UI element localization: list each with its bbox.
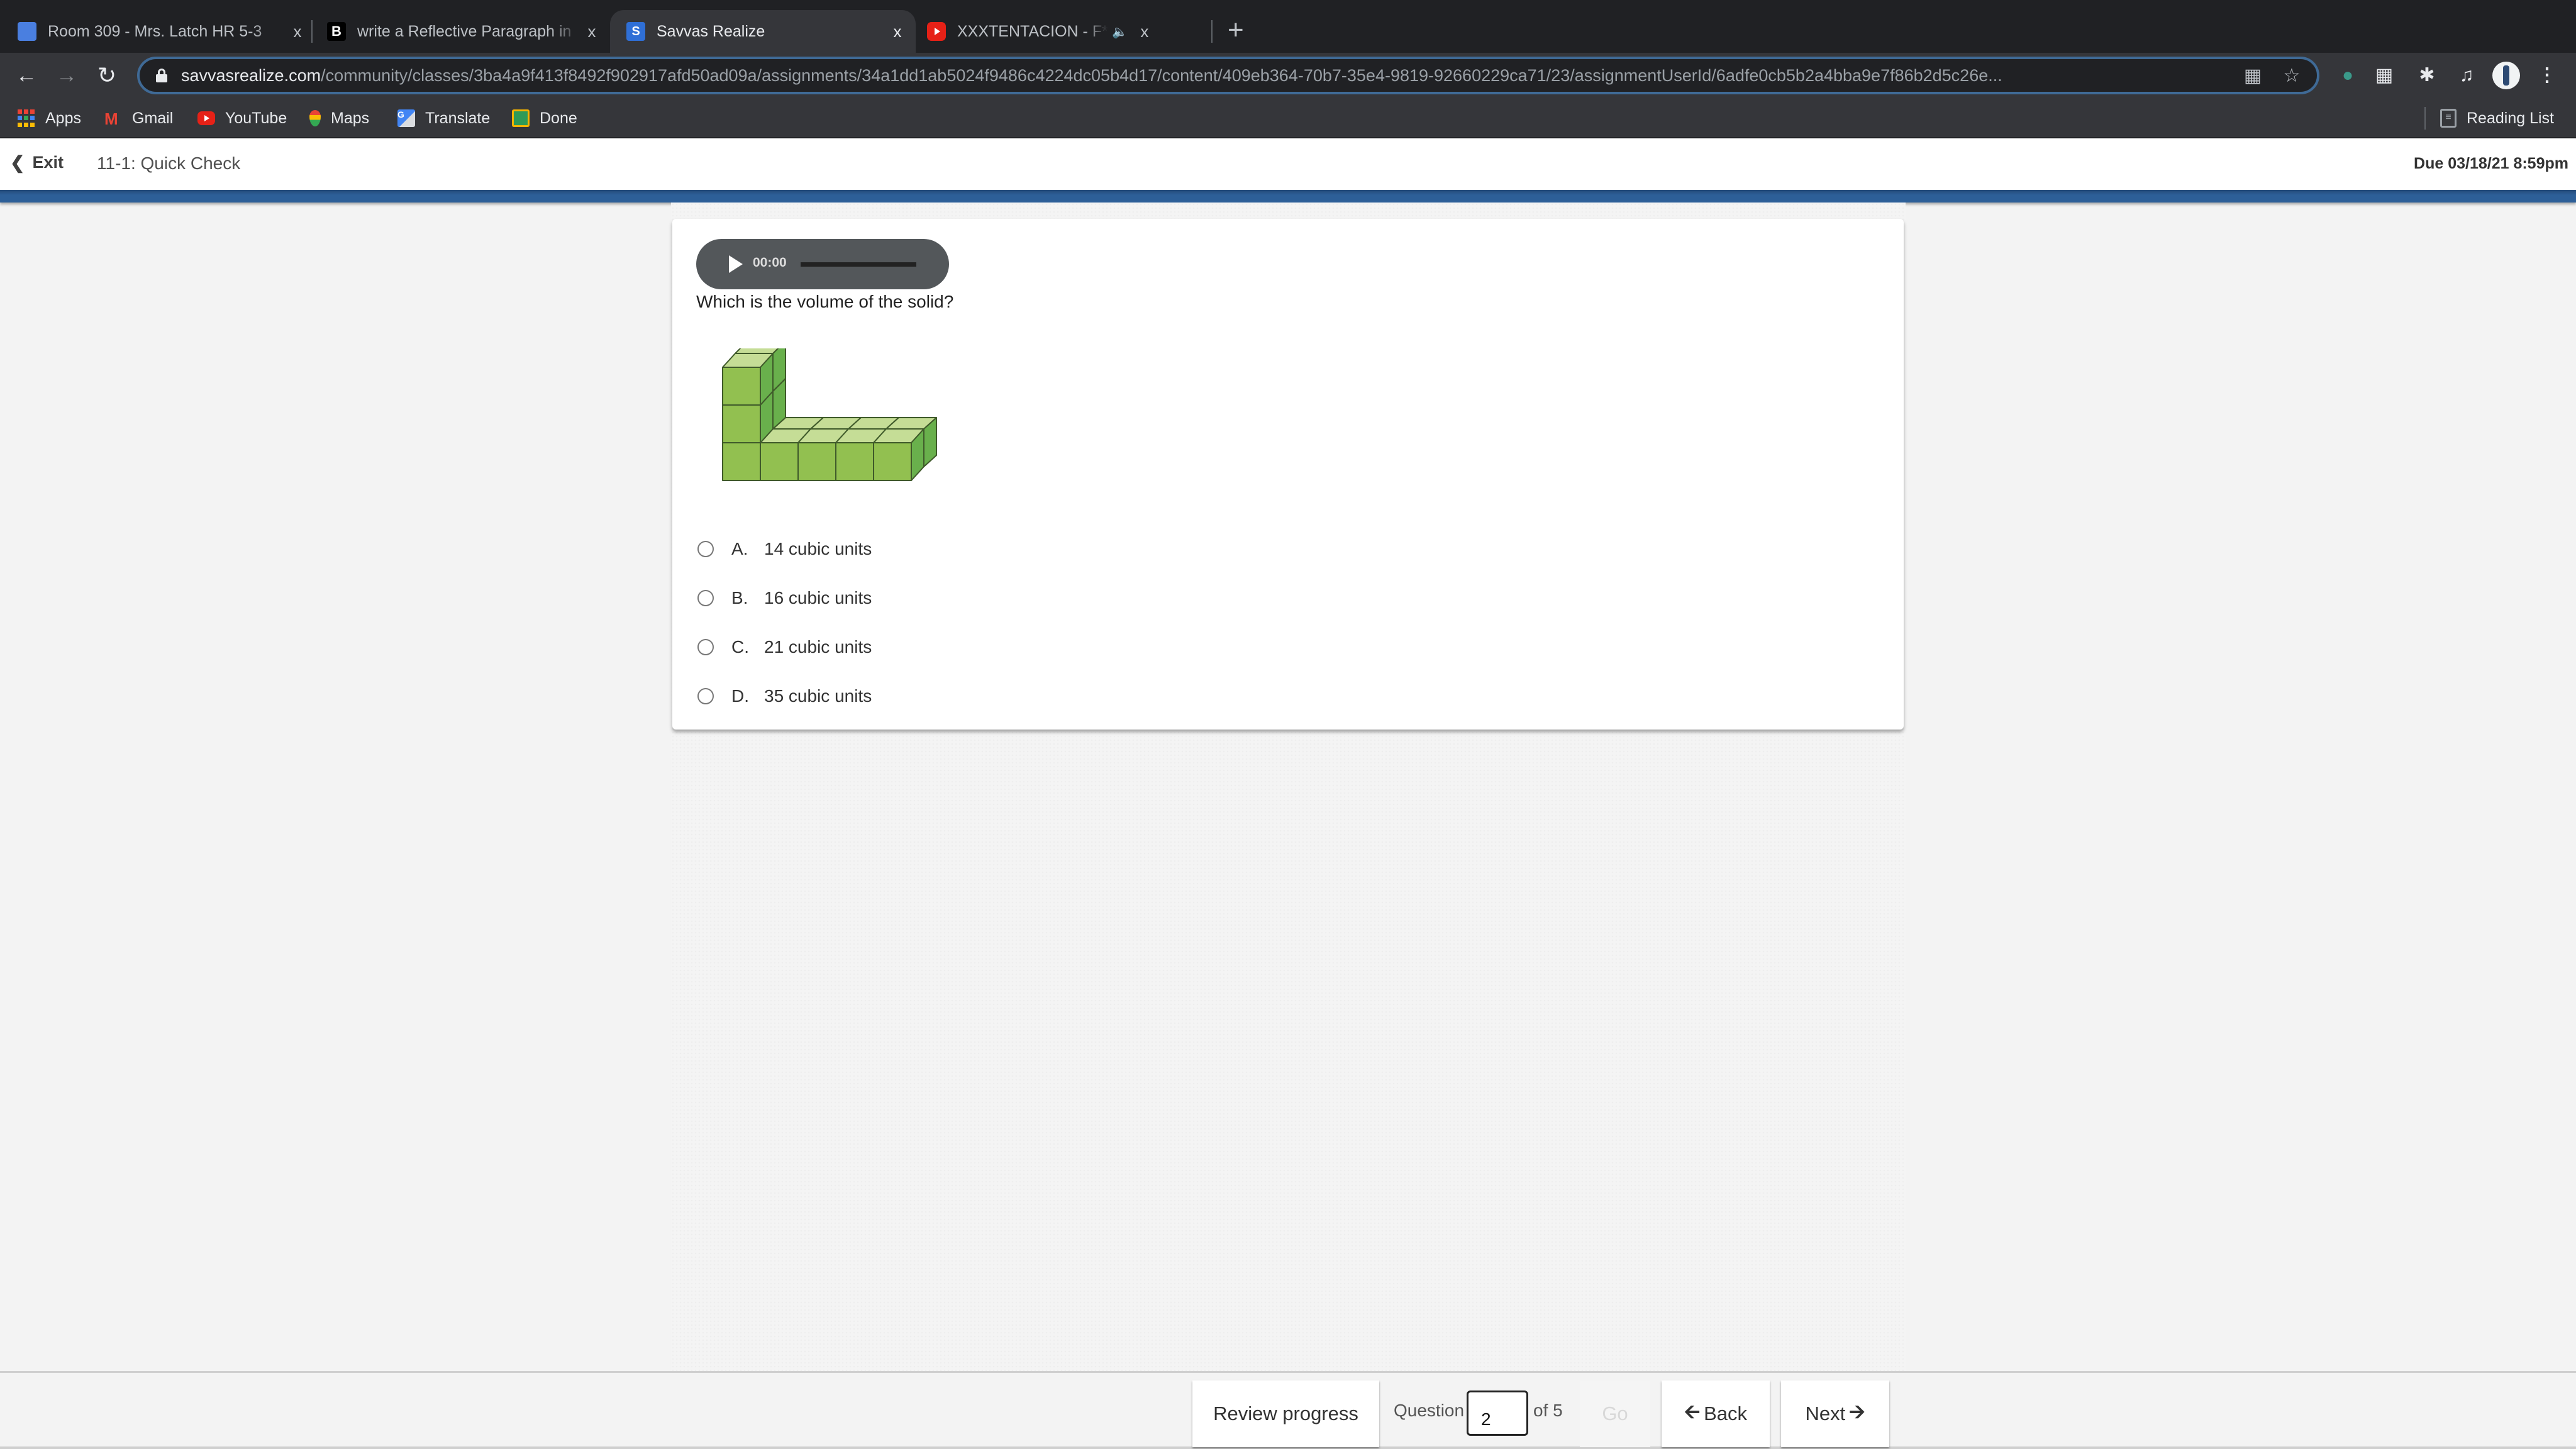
speaker-icon[interactable]: 🔈 bbox=[1112, 24, 1128, 40]
bookmark-apps[interactable]: Apps bbox=[18, 104, 81, 132]
question-card: 00:00 Which is the volume of the solid? bbox=[672, 219, 1904, 730]
lock-icon bbox=[156, 69, 167, 82]
question-label: Question bbox=[1394, 1401, 1465, 1420]
bookmark-gmail[interactable]: M Gmail bbox=[104, 104, 173, 132]
cube-front-face bbox=[722, 442, 761, 481]
radio-button[interactable] bbox=[697, 639, 714, 655]
bookmark-translate[interactable]: G Translate bbox=[397, 104, 490, 132]
tab-title: write a Reflective Paragraph in bbox=[357, 22, 572, 40]
go-button[interactable]: Go bbox=[1580, 1380, 1650, 1447]
answer-option-c[interactable]: C. 21 cubic units bbox=[697, 631, 872, 663]
bookmark-youtube[interactable]: YouTube bbox=[197, 104, 287, 132]
assignment-title: 11-1: Quick Check bbox=[97, 153, 241, 173]
back-arrow-icon[interactable]: ← bbox=[11, 60, 42, 91]
cube-front-face bbox=[797, 442, 836, 481]
tab-youtube-video[interactable]: XXXTENTACION - F*ck Love 🔈 x bbox=[927, 10, 1204, 53]
cube-front-face bbox=[835, 442, 874, 481]
extension-pin-icon[interactable]: ● bbox=[2334, 62, 2362, 89]
exit-button[interactable]: ❮ Exit bbox=[10, 152, 64, 173]
url-text[interactable]: savvasrealize.com/community/classes/3ba4… bbox=[181, 66, 2239, 86]
profile-avatar[interactable] bbox=[2492, 62, 2520, 89]
radio-button[interactable] bbox=[697, 590, 714, 606]
cube-front-face bbox=[760, 442, 799, 481]
google-classroom-icon bbox=[18, 22, 36, 41]
chevron-left-icon: ❮ bbox=[10, 153, 25, 172]
close-tab-icon[interactable]: x bbox=[288, 22, 307, 42]
bookmark-star-icon[interactable]: ☆ bbox=[2278, 65, 2306, 87]
play-icon[interactable] bbox=[729, 255, 743, 273]
cube-front-face bbox=[873, 442, 912, 481]
review-progress-button[interactable]: Review progress bbox=[1192, 1380, 1379, 1447]
reading-list-button[interactable]: ≡ Reading List bbox=[2440, 104, 2554, 132]
reload-icon[interactable]: ↻ bbox=[92, 60, 122, 91]
gmail-icon: M bbox=[104, 109, 118, 128]
cube-solid-figure bbox=[722, 348, 937, 481]
arrow-right-icon: 🡪 bbox=[1849, 1400, 1865, 1423]
close-tab-icon[interactable]: x bbox=[888, 22, 907, 42]
menu-kebab-icon[interactable]: ⋮ bbox=[2533, 62, 2561, 89]
tab-savvas-realize[interactable]: S Savvas Realize x bbox=[610, 10, 916, 53]
grid-extension-icon[interactable]: ▦ bbox=[2370, 62, 2398, 89]
translate-icon: G bbox=[397, 109, 415, 127]
question-number-input[interactable] bbox=[1467, 1391, 1528, 1436]
media-control-icon[interactable]: ♫ bbox=[2453, 62, 2480, 89]
bookmark-maps[interactable]: Maps bbox=[309, 104, 369, 132]
question-prompt: Which is the volume of the solid? bbox=[696, 292, 954, 311]
tab-divider bbox=[1211, 20, 1213, 43]
apps-grid-icon bbox=[18, 109, 35, 127]
audio-time: 00:00 bbox=[753, 255, 787, 270]
maps-pin-icon bbox=[309, 110, 321, 126]
new-tab-button[interactable]: + bbox=[1228, 16, 1244, 44]
brainly-icon: B bbox=[327, 22, 346, 41]
close-tab-icon[interactable]: x bbox=[1135, 22, 1154, 42]
answer-option-b[interactable]: B. 16 cubic units bbox=[697, 582, 872, 614]
forward-arrow-icon[interactable]: → bbox=[52, 60, 82, 91]
youtube-icon bbox=[927, 22, 946, 41]
audio-player: 00:00 bbox=[696, 239, 949, 289]
address-bar[interactable]: savvasrealize.com/community/classes/3ba4… bbox=[137, 57, 2319, 94]
question-navigation-bar: Review progress Question of 5 Go 🡨 Back … bbox=[0, 1371, 2576, 1449]
qr-code-icon[interactable]: ▦ bbox=[2239, 65, 2267, 87]
question-total: of 5 bbox=[1533, 1401, 1563, 1420]
tab-divider bbox=[311, 20, 313, 43]
audio-progress-bar[interactable] bbox=[801, 262, 916, 267]
bookmarks-divider bbox=[2424, 107, 2426, 130]
youtube-icon bbox=[197, 111, 215, 125]
close-tab-icon[interactable]: x bbox=[582, 22, 601, 42]
tab-strip: Room 309 - Mrs. Latch HR 5-3 x B write a… bbox=[0, 0, 2576, 53]
back-button[interactable]: 🡨 Back bbox=[1662, 1380, 1770, 1447]
tab-title: Savvas Realize bbox=[657, 22, 765, 40]
google-classroom-icon bbox=[512, 109, 530, 127]
browser-toolbar: ← → ↻ savvasrealize.com/community/classe… bbox=[0, 53, 2576, 98]
next-button[interactable]: Next 🡪 bbox=[1781, 1380, 1889, 1447]
puzzle-extensions-icon[interactable]: ✱ bbox=[2413, 62, 2441, 89]
reading-list-icon: ≡ bbox=[2440, 109, 2457, 128]
due-date: Due 03/18/21 8:59pm bbox=[2414, 155, 2568, 172]
assignment-header: ❮ Exit 11-1: Quick Check Due 03/18/21 8:… bbox=[0, 138, 2576, 190]
answer-option-d[interactable]: D. 35 cubic units bbox=[697, 680, 872, 712]
tab-room-309[interactable]: Room 309 - Mrs. Latch HR 5-3 x bbox=[18, 10, 307, 53]
arrow-left-icon: 🡨 bbox=[1684, 1400, 1701, 1423]
header-accent-bar bbox=[0, 190, 2576, 203]
bookmarks-bar: Apps M Gmail YouTube Maps G Translate Do… bbox=[0, 98, 2576, 138]
radio-button[interactable] bbox=[697, 688, 714, 704]
cube-front-face bbox=[722, 404, 761, 443]
bookmark-done[interactable]: Done bbox=[512, 104, 577, 132]
answer-option-a[interactable]: A. 14 cubic units bbox=[697, 533, 872, 565]
tab-title: Room 309 - Mrs. Latch HR 5-3 bbox=[48, 22, 262, 40]
tab-title: XXXTENTACION - F*ck Love bbox=[957, 22, 1108, 40]
tab-reflective-paragraph[interactable]: B write a Reflective Paragraph in x bbox=[327, 10, 601, 53]
radio-button[interactable] bbox=[697, 541, 714, 557]
savvas-icon: S bbox=[626, 22, 645, 41]
cube-front-face bbox=[722, 367, 761, 406]
